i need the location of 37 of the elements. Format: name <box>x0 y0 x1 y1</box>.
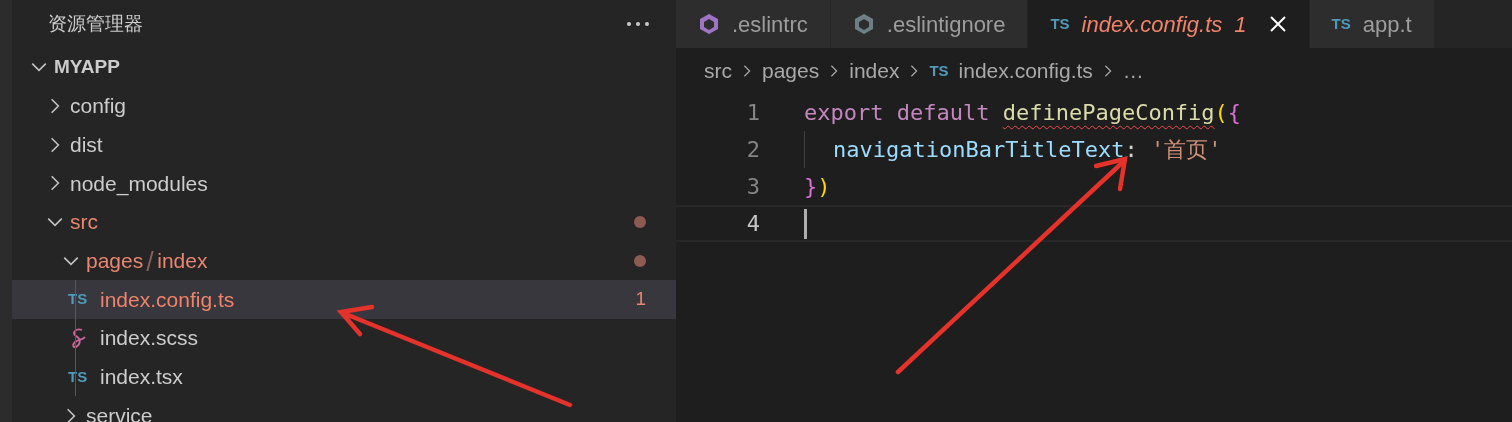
line-number: 4 <box>745 210 760 238</box>
text-cursor <box>804 208 807 239</box>
typescript-icon: TS <box>1331 12 1351 36</box>
problem-count: 1 <box>635 287 646 312</box>
tree-item[interactable]: dist <box>12 125 676 165</box>
code-line: }) <box>804 173 831 201</box>
editor-tab[interactable]: .eslintrc <box>676 0 831 48</box>
more-icon[interactable] <box>626 21 650 27</box>
editor-tab[interactable]: TS app.t <box>1309 0 1435 48</box>
breadcrumb-item[interactable]: index <box>849 55 900 87</box>
editor-tab[interactable]: .eslintignore <box>830 0 1029 48</box>
explorer-title: 资源管理器 <box>48 11 143 36</box>
tree-item[interactable]: src <box>12 202 676 242</box>
code-line: navigationBarTitleText: '首页' <box>833 136 1222 164</box>
typescript-icon: TS <box>1050 12 1070 36</box>
tree-item[interactable]: config <box>12 86 676 126</box>
tree-item[interactable]: index.scss <box>12 318 676 358</box>
breadcrumb-item[interactable]: index.config.ts <box>958 55 1093 87</box>
code-line: export default definePageConfig({ <box>804 99 1242 127</box>
typescript-icon: TS <box>68 288 100 311</box>
tree-item[interactable]: node_modules <box>12 164 676 203</box>
typescript-icon: TS <box>68 365 100 389</box>
tree-item[interactable]: TS index.config.ts 1 <box>12 280 676 319</box>
line-number: 1 <box>745 99 760 127</box>
breadcrumb-item[interactable]: … <box>1122 55 1144 87</box>
tree-item[interactable]: MYAPP <box>12 48 676 87</box>
breadcrumb-item[interactable]: pages <box>762 55 820 87</box>
tree-item[interactable]: pages index <box>12 241 676 281</box>
typescript-icon: TS <box>929 59 949 83</box>
tree-item[interactable]: TS index.tsx <box>12 357 676 397</box>
line-number: 2 <box>745 136 760 164</box>
close-icon[interactable] <box>1268 15 1287 33</box>
line-number: 3 <box>745 173 760 201</box>
modified-dot <box>634 254 646 267</box>
breadcrumb-item[interactable]: src <box>704 55 732 87</box>
modified-dot <box>634 216 646 229</box>
editor-tab[interactable]: TS index.config.ts 1 <box>1028 0 1310 48</box>
